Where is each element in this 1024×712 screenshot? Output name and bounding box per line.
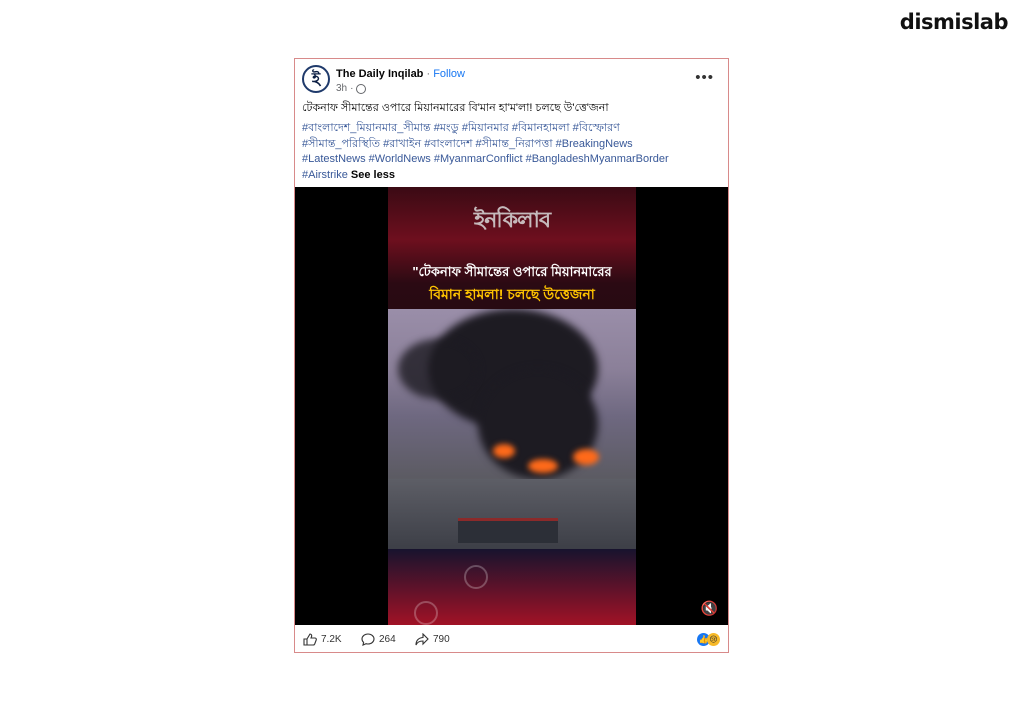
smoke-cloud bbox=[398, 339, 478, 399]
inqilab-watermark-logo: ইনকিলাব bbox=[473, 207, 551, 233]
share-button[interactable]: 790 bbox=[415, 633, 450, 646]
like-icon bbox=[303, 633, 317, 646]
facebook-post-card: ই The Daily Inqilab · Follow 3h · ••• টে… bbox=[294, 58, 729, 653]
video-headline-line2: বিমান হামলা! চলছে উত্তেজনা bbox=[429, 286, 595, 302]
comment-count: 264 bbox=[379, 634, 396, 645]
video-headline-line1: "টেকনাফ সীমান্তের ওপারে মিয়ানমারের bbox=[412, 264, 612, 279]
hashtag[interactable]: #বিমানহামলা bbox=[512, 122, 570, 134]
post-meta: 3h · bbox=[336, 83, 367, 94]
post-time[interactable]: 3h bbox=[336, 83, 347, 94]
truck bbox=[458, 518, 558, 543]
hashtag[interactable]: #Airstrike bbox=[302, 169, 348, 181]
like-count: 7.2K bbox=[321, 634, 342, 645]
page-name-line: The Daily Inqilab · Follow bbox=[336, 68, 465, 80]
hashtag[interactable]: #বাংলাদেশ bbox=[424, 138, 472, 150]
hashtag[interactable]: #বিস্ফোরণ bbox=[573, 122, 620, 134]
hashtag[interactable]: #BreakingNews bbox=[556, 138, 633, 150]
page-name[interactable]: The Daily Inqilab bbox=[336, 68, 423, 80]
globe-icon bbox=[356, 83, 367, 94]
hashtag[interactable]: #LatestNews bbox=[302, 153, 366, 165]
hashtag[interactable]: #মংডু bbox=[434, 122, 459, 134]
decorative-rings bbox=[414, 601, 438, 625]
mute-icon[interactable]: 🔇 bbox=[701, 600, 718, 617]
page-avatar[interactable]: ই bbox=[302, 65, 330, 93]
hashtag[interactable]: #WorldNews bbox=[369, 153, 431, 165]
fire-glow bbox=[493, 444, 515, 458]
fire-glow bbox=[573, 449, 599, 465]
decorative-rings bbox=[464, 565, 488, 589]
hashtag[interactable]: #বাংলাদেশ_মিয়ানমার_সীমান্ত bbox=[302, 122, 431, 134]
video-player[interactable]: ইনকিলাব "টেকনাফ সীমান্তের ওপারে মিয়ানমা… bbox=[295, 187, 728, 625]
sad-reaction-icon: 😢 bbox=[707, 633, 720, 646]
meta-separator: · bbox=[350, 83, 354, 94]
post-header: ই The Daily Inqilab · Follow 3h · ••• bbox=[302, 65, 720, 97]
share-count: 790 bbox=[433, 634, 450, 645]
reaction-summary[interactable]: 👍 😢 bbox=[697, 633, 720, 646]
hashtag[interactable]: #রাখাইন bbox=[383, 138, 421, 150]
post-actions-bar: 7.2K 264 790 👍 😢 bbox=[303, 633, 720, 651]
separator: · bbox=[426, 68, 431, 80]
like-button[interactable]: 7.2K bbox=[303, 633, 342, 646]
dismislab-logo: dismislab bbox=[899, 10, 1009, 34]
see-less-link[interactable]: See less bbox=[351, 169, 395, 181]
hashtag[interactable]: #MyanmarConflict bbox=[434, 153, 523, 165]
comment-icon bbox=[361, 633, 375, 646]
post-text: টেকনাফ সীমান্তের ওপারে মিয়ানমারের বি'মা… bbox=[302, 102, 609, 114]
video-frame: ইনকিলাব "টেকনাফ সীমান্তের ওপারে মিয়ানমা… bbox=[388, 187, 636, 625]
hashtag-list: #বাংলাদেশ_মিয়ানমার_সীমান্ত #মংডু #মিয়া… bbox=[302, 121, 722, 183]
comment-button[interactable]: 264 bbox=[361, 633, 396, 646]
follow-button[interactable]: Follow bbox=[433, 68, 465, 80]
more-options-button[interactable]: ••• bbox=[695, 69, 714, 86]
hashtag[interactable]: #সীমান্ত_নিরাপত্তা bbox=[476, 138, 553, 150]
explosion-photo bbox=[388, 309, 636, 549]
share-icon bbox=[415, 633, 429, 646]
hashtag[interactable]: #মিয়ানমার bbox=[462, 122, 509, 134]
fire-glow bbox=[528, 459, 558, 473]
hashtag[interactable]: #BangladeshMyanmarBorder bbox=[526, 153, 669, 165]
hashtag[interactable]: #সীমান্ত_পরিস্থিতি bbox=[302, 138, 380, 150]
